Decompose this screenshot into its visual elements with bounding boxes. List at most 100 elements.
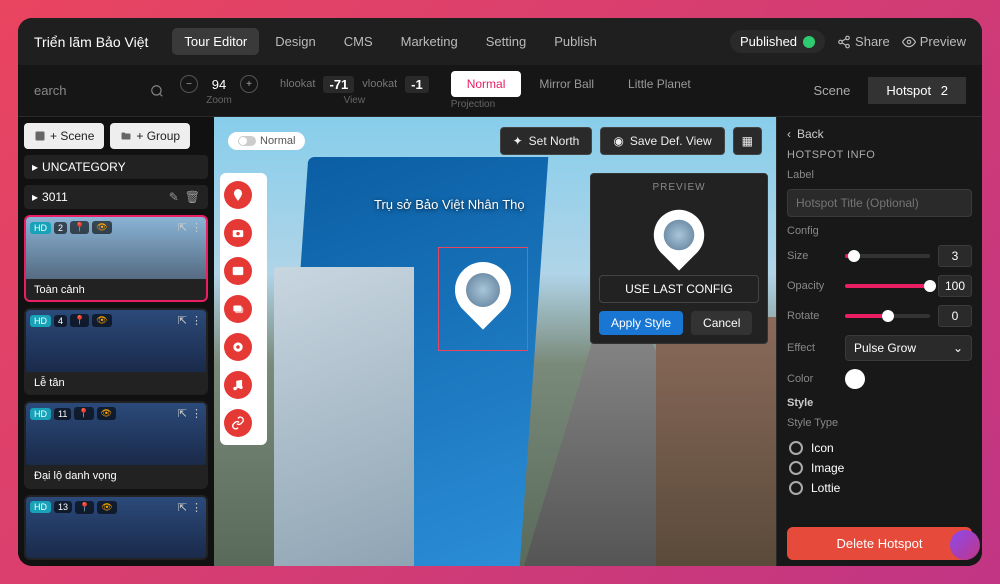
properties-panel: ‹ Back HOTSPOT INFO Label Config Size 3 … xyxy=(776,117,982,566)
tab-marketing[interactable]: Marketing xyxy=(389,28,470,55)
eye-icon: 👁 xyxy=(92,221,111,234)
tab-hotspot[interactable]: Hotspot 2 xyxy=(868,77,966,104)
right-panel-tabs: Scene Hotspot 2 xyxy=(795,77,966,104)
delete-hotspot-button[interactable]: Delete Hotspot xyxy=(787,527,972,560)
radio-image[interactable]: Image xyxy=(789,461,972,475)
share-button[interactable]: Share xyxy=(837,34,890,49)
tool-gallery[interactable] xyxy=(224,295,252,323)
scene-card[interactable]: HD 4 📍 👁 ⇱⋮ Lễ tân xyxy=(24,308,208,395)
hotspot-selection[interactable] xyxy=(438,247,528,351)
image-icon xyxy=(34,130,46,142)
tab-scene[interactable]: Scene xyxy=(795,77,868,104)
projection-control: Normal Mirror Ball Little Planet Project… xyxy=(451,71,707,110)
vlookat-value[interactable]: -1 xyxy=(405,76,429,93)
preview-button[interactable]: Preview xyxy=(902,34,966,49)
rotate-slider[interactable] xyxy=(845,314,930,318)
zoom-label: Zoom xyxy=(206,95,232,106)
main-body: + Scene + Group ▸ UNCATEGORY ▸ 3011 ✎ 🗑 xyxy=(18,117,982,566)
hotspot-title-input[interactable] xyxy=(787,189,972,217)
toolbar: earch − 94 + Zoom hlookat -71 vlookat -1… xyxy=(18,65,982,117)
scene-card[interactable]: HD 11 📍 👁 ⇱⋮ Đại lộ danh vọng xyxy=(24,401,208,488)
zoom-in-button[interactable]: + xyxy=(240,75,258,93)
sidebar: + Scene + Group ▸ UNCATEGORY ▸ 3011 ✎ 🗑 xyxy=(18,117,214,566)
tab-cms[interactable]: CMS xyxy=(332,28,385,55)
topbar: Triển lãm Bảo Việt Tour Editor Design CM… xyxy=(18,18,982,65)
projection-normal[interactable]: Normal xyxy=(451,71,522,97)
opacity-slider[interactable] xyxy=(845,284,930,288)
hotspot-count: 2 xyxy=(941,83,948,98)
zoom-value: 94 xyxy=(204,77,234,92)
published-pill[interactable]: Published xyxy=(730,30,825,53)
tool-camera[interactable] xyxy=(224,219,252,247)
app-window: Triển lãm Bảo Việt Tour Editor Design CM… xyxy=(18,18,982,566)
project-title: Triển lãm Bảo Việt xyxy=(34,34,148,50)
view-label: View xyxy=(344,95,366,106)
radio-lottie[interactable]: Lottie xyxy=(789,481,972,495)
projection-mirror-ball[interactable]: Mirror Ball xyxy=(523,71,610,97)
grid-button[interactable]: ▦ xyxy=(733,127,762,155)
projection-little-planet[interactable]: Little Planet xyxy=(612,71,707,97)
preview-marker-icon xyxy=(643,199,714,270)
tab-publish[interactable]: Publish xyxy=(542,28,609,55)
main-tabs: Tour Editor Design CMS Marketing Setting… xyxy=(172,28,608,55)
preview-title: PREVIEW xyxy=(599,182,759,193)
tab-design[interactable]: Design xyxy=(263,28,327,55)
tool-audio[interactable] xyxy=(224,371,252,399)
style-type-label: Style Type xyxy=(787,417,972,429)
hlookat-value[interactable]: -71 xyxy=(323,76,354,93)
tool-link[interactable] xyxy=(224,409,252,437)
tool-image[interactable] xyxy=(224,257,252,285)
published-dot xyxy=(803,36,815,48)
normal-toggle[interactable]: Normal xyxy=(228,132,305,150)
tool-point[interactable] xyxy=(224,181,252,209)
trash-icon[interactable]: 🗑 xyxy=(185,190,200,204)
radio-icon[interactable]: Icon xyxy=(789,441,972,455)
section-header: HOTSPOT INFO xyxy=(787,149,972,161)
color-swatch[interactable] xyxy=(845,369,865,389)
save-view-button[interactable]: ◉ Save Def. View xyxy=(600,127,724,155)
scene-card[interactable]: HD 13 📍 👁 ⇱⋮ xyxy=(24,495,208,560)
use-last-config-button[interactable]: USE LAST CONFIG xyxy=(599,275,759,303)
count-badge: 2 xyxy=(54,222,67,234)
style-label: Style xyxy=(787,397,972,409)
config-label: Config xyxy=(787,225,972,237)
move-icon[interactable]: ⇱ xyxy=(178,221,187,234)
chevron-down-icon[interactable]: ▾ xyxy=(256,187,263,203)
canvas-caption: Trụ sở Bảo Việt Nhân Thọ xyxy=(374,197,525,212)
chat-icon[interactable] xyxy=(950,530,980,560)
published-label: Published xyxy=(740,34,797,49)
hotspot-tool-column: ▾ ▾ ▾ xyxy=(220,173,267,445)
search-input[interactable]: earch xyxy=(34,83,164,98)
add-scene-button[interactable]: + Scene xyxy=(24,123,104,149)
section-uncategory[interactable]: ▸ UNCATEGORY xyxy=(24,155,208,179)
chevron-down-icon: ⌄ xyxy=(953,341,963,355)
more-icon[interactable]: ⋮ xyxy=(191,221,202,234)
tool-video[interactable] xyxy=(224,333,252,361)
hotspot-marker[interactable] xyxy=(443,250,522,329)
panorama-canvas[interactable]: Normal ✦ Set North ◉ Save Def. View ▦ Tr… xyxy=(214,117,776,566)
apply-style-button[interactable]: Apply Style xyxy=(599,311,683,335)
rotate-value[interactable]: 0 xyxy=(938,305,972,327)
effect-select[interactable]: Pulse Grow ⌄ xyxy=(845,335,972,361)
folder-icon xyxy=(120,130,132,142)
label-label: Label xyxy=(787,169,972,181)
edit-icon[interactable]: ✎ xyxy=(169,190,179,204)
tab-setting[interactable]: Setting xyxy=(474,28,538,55)
opacity-value[interactable]: 100 xyxy=(938,275,972,297)
add-group-button[interactable]: + Group xyxy=(110,123,190,149)
eye-icon: ◉ xyxy=(613,134,623,148)
section-3011[interactable]: ▸ 3011 ✎ 🗑 xyxy=(24,185,208,209)
zoom-out-button[interactable]: − xyxy=(180,75,198,93)
projection-label: Projection xyxy=(451,99,707,110)
chevron-left-icon: ‹ xyxy=(787,127,791,141)
scene-card[interactable]: HD 2 📍 👁 ⇱ ⋮ Toàn cảnh xyxy=(24,215,208,302)
tab-tour-editor[interactable]: Tour Editor xyxy=(172,28,259,55)
preview-overlay: PREVIEW USE LAST CONFIG Apply Style Canc… xyxy=(590,173,768,344)
size-value[interactable]: 3 xyxy=(938,245,972,267)
set-north-button[interactable]: ✦ Set North xyxy=(500,127,593,155)
search-icon xyxy=(150,84,164,98)
eye-icon xyxy=(902,35,916,49)
cancel-button[interactable]: Cancel xyxy=(691,311,752,335)
size-slider[interactable] xyxy=(845,254,930,258)
back-button[interactable]: ‹ Back xyxy=(787,127,972,141)
